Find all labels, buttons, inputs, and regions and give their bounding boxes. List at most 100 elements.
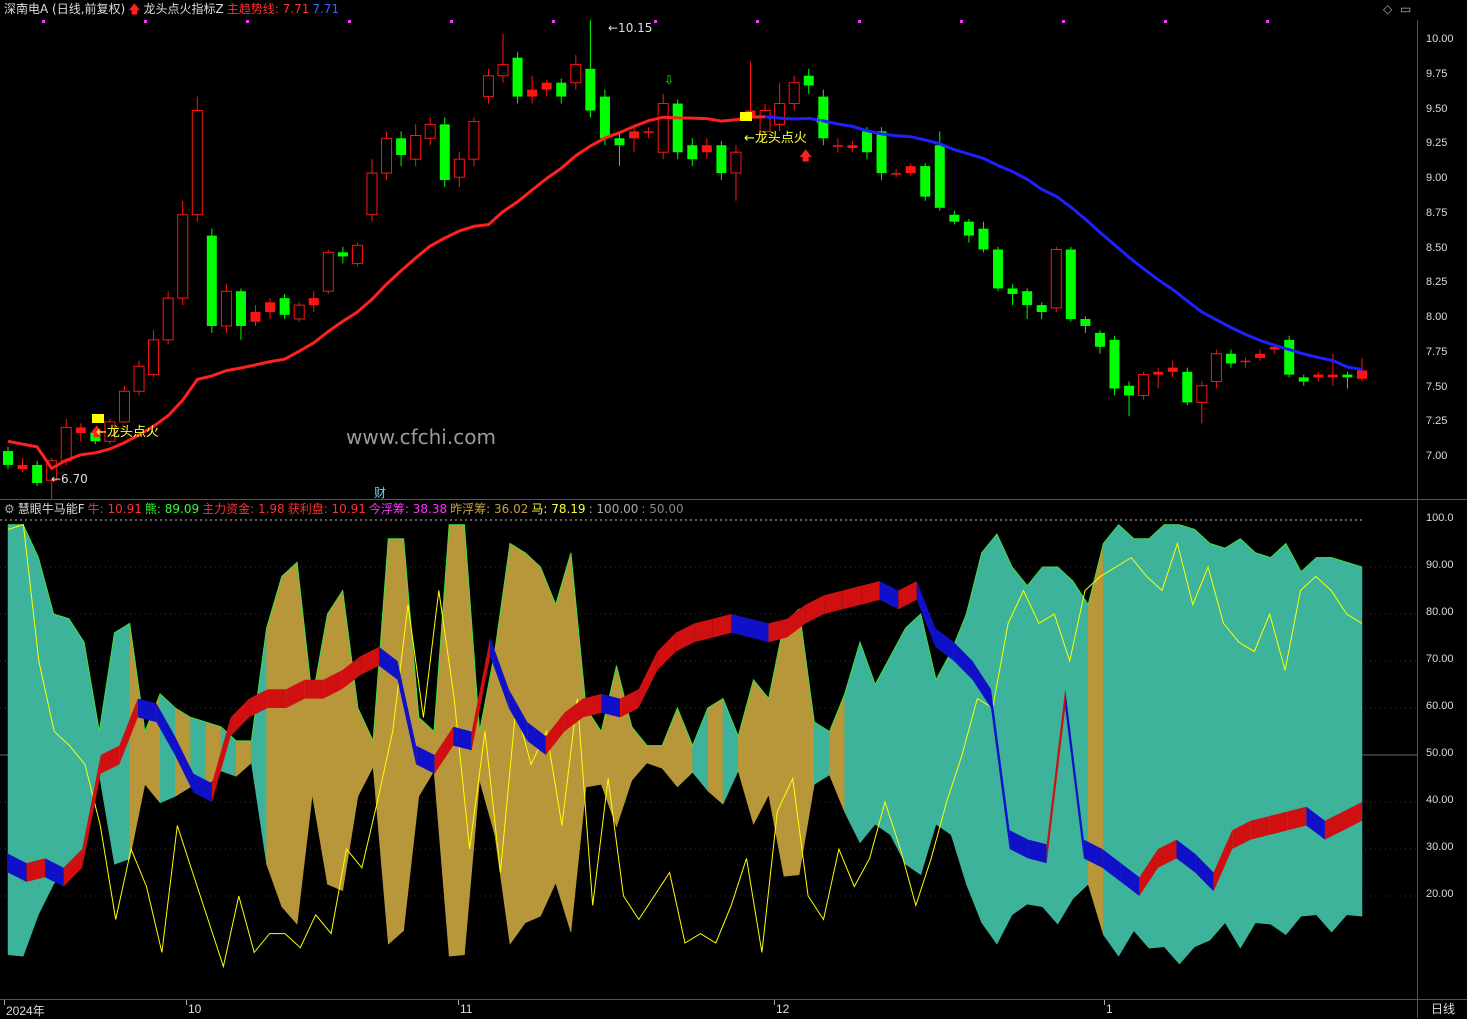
indicator-label[interactable]: 龙头点火指标Z xyxy=(144,0,224,19)
candlestick-chart[interactable]: 🡅🡅⇩⇩←龙头点火←龙头点火←10.15←6.70www.cfchi.com财 xyxy=(0,20,1417,500)
candle-body xyxy=(1138,374,1150,396)
candle xyxy=(585,20,596,118)
candle-body xyxy=(1065,249,1076,319)
candle-body xyxy=(687,145,698,160)
event-mark xyxy=(858,20,861,23)
financial-marker: 财 xyxy=(374,486,386,500)
candle xyxy=(1313,371,1324,382)
candle-body xyxy=(1298,377,1309,382)
candle xyxy=(832,138,843,153)
candle xyxy=(570,54,582,90)
candle xyxy=(1094,330,1105,354)
stock-label[interactable]: 深南电A (日线,前复权) xyxy=(4,0,125,19)
candle xyxy=(1050,246,1062,313)
trend-ribbon xyxy=(360,646,379,676)
candle-body xyxy=(1342,374,1353,378)
candle xyxy=(1182,367,1193,406)
trend-ribbon xyxy=(583,693,602,718)
trend-ribbon xyxy=(935,628,954,661)
candle xyxy=(730,145,742,201)
candle xyxy=(556,78,567,104)
candle-body xyxy=(351,244,363,264)
candle-body xyxy=(1094,332,1105,347)
energy-band xyxy=(479,651,496,835)
energy-band xyxy=(1103,523,1119,957)
candle xyxy=(1138,371,1150,400)
candle xyxy=(118,385,130,424)
candle-body xyxy=(308,298,319,306)
diamond-icon[interactable]: ◇ xyxy=(1383,2,1392,16)
candle-body xyxy=(570,64,582,84)
indicator-tick: 90.00 xyxy=(1426,559,1454,571)
candle-body xyxy=(759,110,771,132)
price-tick: 7.00 xyxy=(1426,450,1448,462)
candle xyxy=(1124,381,1135,417)
candle xyxy=(512,52,523,104)
candle-body xyxy=(1357,370,1367,379)
candle-body xyxy=(1210,353,1222,383)
candle-body xyxy=(861,131,872,153)
candle-body xyxy=(963,221,974,236)
candle xyxy=(497,34,509,83)
candle-body xyxy=(1050,249,1062,309)
energy-band xyxy=(601,665,617,827)
candle xyxy=(265,298,276,319)
candle-body xyxy=(468,121,480,160)
event-mark xyxy=(756,20,759,23)
candle-body xyxy=(133,365,145,392)
candle xyxy=(439,117,450,187)
candle xyxy=(1298,374,1309,386)
energy-band xyxy=(814,721,830,785)
candle xyxy=(75,423,86,442)
candle-body xyxy=(541,82,552,90)
candle-body xyxy=(643,131,654,133)
signal-box xyxy=(740,112,752,121)
candle-body xyxy=(599,96,610,139)
candle-body xyxy=(60,426,72,462)
price-tick: 7.50 xyxy=(1426,380,1448,393)
candle xyxy=(657,93,669,160)
candle xyxy=(366,159,378,222)
energy-band xyxy=(677,707,693,788)
candle xyxy=(453,152,465,187)
energy-band xyxy=(1316,557,1332,933)
candle xyxy=(978,221,989,253)
event-mark xyxy=(348,20,351,23)
legend-item: : 100.00 xyxy=(588,502,639,516)
candle xyxy=(1342,371,1353,389)
candle xyxy=(701,138,712,160)
event-mark xyxy=(1266,20,1269,23)
settings-icon[interactable]: ⚙ xyxy=(4,500,15,519)
trend-ribbon xyxy=(879,581,899,610)
energy-band xyxy=(996,533,1013,945)
maximize-icon[interactable]: ▭ xyxy=(1400,2,1411,16)
trend-ribbon xyxy=(824,590,843,614)
energy-band xyxy=(1087,543,1104,935)
price-tick: 9.75 xyxy=(1426,67,1448,80)
event-mark xyxy=(144,20,147,23)
price-tick: 8.00 xyxy=(1426,311,1448,323)
candle-body xyxy=(3,451,13,465)
candle-body xyxy=(424,123,436,139)
candle-body xyxy=(482,75,494,98)
candle-body xyxy=(410,135,422,160)
candle-body xyxy=(162,297,174,341)
stock-chart-window: 深南电A (日线,前复权) 🡅 龙头点火指标Z 主趋势线: 7.71 7.71 … xyxy=(0,0,1467,1018)
candle-body xyxy=(556,82,567,97)
price-tick: 7.25 xyxy=(1426,415,1448,428)
energy-band xyxy=(905,613,922,876)
energy-band xyxy=(707,698,724,805)
period-button[interactable]: 日线 xyxy=(1417,999,1467,1018)
candle-body xyxy=(191,110,203,216)
sub-panel-name[interactable]: 慧眼牛马能F xyxy=(18,500,85,519)
energy-band xyxy=(935,651,952,836)
candle-body xyxy=(366,172,378,216)
energy-indicator-chart[interactable] xyxy=(0,518,1417,999)
candle-body xyxy=(629,131,640,139)
signal-label: ←龙头点火 xyxy=(744,131,807,146)
candle xyxy=(177,200,189,306)
candle-body xyxy=(832,145,843,147)
candle xyxy=(1022,288,1033,319)
energy-band xyxy=(890,627,906,865)
candle-body xyxy=(1225,353,1236,364)
